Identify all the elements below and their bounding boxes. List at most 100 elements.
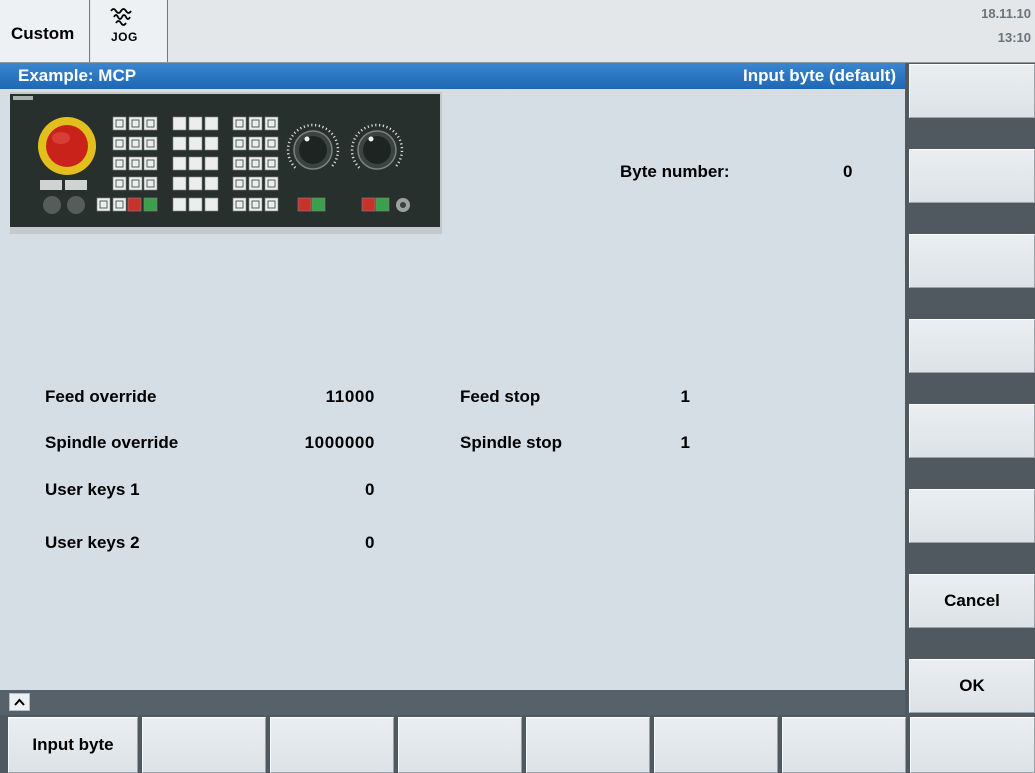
operating-mode-label: JOG bbox=[111, 30, 138, 44]
panel-nameplate bbox=[13, 96, 33, 100]
panel-key bbox=[172, 156, 187, 171]
chevron-up-icon bbox=[14, 698, 25, 706]
panel-key bbox=[232, 176, 247, 191]
vertical-softkey-3 bbox=[909, 234, 1035, 288]
jog-icon bbox=[109, 6, 133, 28]
panel-key bbox=[361, 197, 376, 212]
emergency-stop-button bbox=[38, 117, 96, 175]
vertical-softkey-6 bbox=[909, 489, 1035, 543]
horizontal-softkey-4 bbox=[398, 717, 522, 773]
user-keys-2-value: 0 bbox=[364, 533, 375, 552]
feed-stop-value: 1 bbox=[680, 387, 690, 406]
panel-key bbox=[204, 176, 219, 191]
panel-key bbox=[375, 197, 390, 212]
cancel-button[interactable]: Cancel bbox=[909, 574, 1035, 628]
panel-key bbox=[188, 116, 203, 131]
panel-key-wide bbox=[40, 180, 62, 190]
operating-area-button[interactable]: Custom bbox=[0, 0, 90, 62]
panel-key bbox=[112, 156, 127, 171]
panel-key bbox=[143, 197, 158, 212]
panel-key bbox=[264, 136, 279, 151]
panel-key bbox=[188, 197, 203, 212]
panel-key bbox=[204, 116, 219, 131]
header-bar: Custom JOG 18.11.10 13:10 bbox=[0, 0, 1035, 63]
spindle-override-label: Spindle override bbox=[45, 433, 179, 452]
knob-cap bbox=[363, 136, 391, 164]
user-keys-2-label: User keys 2 bbox=[45, 533, 140, 552]
emergency-stop-highlight bbox=[52, 132, 70, 144]
user-keys-1-label: User keys 1 bbox=[45, 480, 140, 499]
main-content: Byte number: 0 Feed override 11000 Spind… bbox=[0, 89, 905, 690]
input-byte-button[interactable]: Input byte bbox=[8, 717, 138, 773]
time-label: 13:10 bbox=[997, 30, 1031, 45]
panel-key bbox=[204, 156, 219, 171]
panel-key bbox=[112, 116, 127, 131]
panel-key bbox=[264, 116, 279, 131]
panel-key bbox=[204, 197, 219, 212]
knob-pointer bbox=[368, 136, 374, 142]
panel-key bbox=[248, 176, 263, 191]
panel-key bbox=[232, 197, 247, 212]
panel-key bbox=[128, 176, 143, 191]
feed-override-label: Feed override bbox=[45, 387, 157, 406]
softkey-toggle-bar bbox=[0, 690, 905, 715]
horizontal-softkey-3 bbox=[270, 717, 394, 773]
panel-key bbox=[128, 136, 143, 151]
panel-key bbox=[204, 136, 219, 151]
byte-number-value: 0 bbox=[843, 162, 853, 181]
feed-stop-label: Feed stop bbox=[460, 387, 541, 406]
window-subtitle: Input byte (default) bbox=[743, 66, 896, 85]
panel-key bbox=[172, 176, 187, 191]
panel-key bbox=[248, 156, 263, 171]
knob-cap bbox=[299, 136, 327, 164]
panel-key bbox=[248, 116, 263, 131]
byte-number-label: Byte number: bbox=[620, 162, 730, 181]
spindle-stop-value: 1 bbox=[680, 433, 690, 452]
user-keys-1-value: 0 bbox=[364, 480, 375, 499]
vertical-softkey-5 bbox=[909, 404, 1035, 458]
panel-key bbox=[188, 176, 203, 191]
panel-key bbox=[128, 116, 143, 131]
horizontal-softkey-6 bbox=[654, 717, 778, 773]
date-label: 18.11.10 bbox=[981, 6, 1031, 21]
panel-round-button bbox=[43, 196, 61, 214]
feed-override-value: 11000 bbox=[325, 387, 375, 406]
key-switch-slot bbox=[400, 202, 406, 208]
panel-key bbox=[232, 156, 247, 171]
vertical-softkey-1 bbox=[909, 64, 1035, 118]
panel-key-wide bbox=[65, 180, 87, 190]
panel-key bbox=[143, 156, 158, 171]
vertical-softkey-4 bbox=[909, 319, 1035, 373]
panel-key bbox=[248, 136, 263, 151]
panel-key bbox=[112, 197, 127, 212]
window-title: Example: MCP bbox=[18, 66, 137, 85]
panel-round-button bbox=[67, 196, 85, 214]
vertical-softkey-2 bbox=[909, 149, 1035, 203]
panel-key bbox=[232, 116, 247, 131]
horizontal-softkey-7 bbox=[782, 717, 906, 773]
panel-key bbox=[172, 197, 187, 212]
operating-area-label: Custom bbox=[11, 24, 75, 43]
key-switch bbox=[396, 198, 410, 212]
panel-key bbox=[172, 116, 187, 131]
panel-key bbox=[188, 136, 203, 151]
panel-key bbox=[96, 197, 111, 212]
operating-mode-indicator: JOG bbox=[91, 0, 168, 62]
panel-key bbox=[188, 156, 203, 171]
panel-key bbox=[311, 197, 326, 212]
panel-key bbox=[143, 116, 158, 131]
window-title-bar: Example: MCP Input byte (default) bbox=[0, 63, 905, 89]
panel-key bbox=[127, 197, 142, 212]
machine-control-panel-image bbox=[10, 92, 442, 234]
panel-key bbox=[143, 176, 158, 191]
panel-key bbox=[172, 136, 187, 151]
spindle-override-value: 1000000 bbox=[304, 433, 375, 452]
panel-key bbox=[143, 136, 158, 151]
ok-button[interactable]: OK bbox=[909, 659, 1035, 713]
panel-key bbox=[112, 136, 127, 151]
softkey-toggle-button[interactable] bbox=[9, 693, 30, 711]
panel-key bbox=[264, 176, 279, 191]
horizontal-softkey-2 bbox=[142, 717, 266, 773]
spindle-stop-label: Spindle stop bbox=[460, 433, 562, 452]
panel-key bbox=[128, 156, 143, 171]
